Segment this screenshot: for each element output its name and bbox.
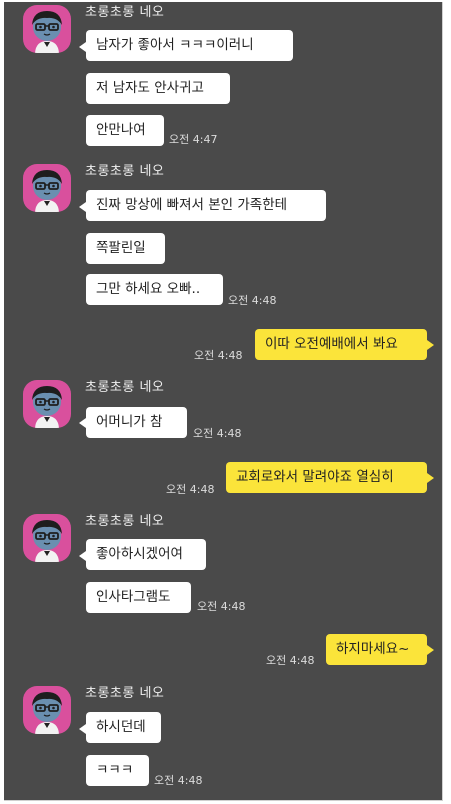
bubble-tail	[79, 202, 86, 212]
neo-avatar-icon[interactable]	[23, 5, 71, 53]
message-bubble[interactable]: 저 남자도 안사귀고	[86, 73, 230, 104]
bubble-tail	[427, 645, 434, 655]
message-bubble[interactable]: 그만 하세요 오빠..	[86, 274, 223, 305]
timestamp: 오전 4:48	[228, 294, 277, 307]
sender-name: 초롱초롱 네오	[85, 514, 165, 529]
timestamp: 오전 4:48	[154, 774, 203, 787]
border-line	[442, 2, 443, 800]
timestamp: 오전 4:48	[193, 427, 242, 440]
bubble-tail	[427, 473, 434, 483]
message-bubble[interactable]: 안만나여	[86, 115, 164, 146]
message-bubble[interactable]: 진짜 망상에 빠져서 본인 가족한테	[86, 190, 326, 221]
chat-area[interactable]: 초롱초롱 네오 남자가 좋아서 ㅋㅋㅋ이러니 저 남자도 안사귀고 안만나여 오…	[4, 2, 442, 800]
timestamp: 오전 4:48	[197, 600, 246, 613]
timestamp: 오전 4:47	[169, 133, 218, 146]
bubble-tail	[427, 340, 434, 350]
message-bubble[interactable]: 하시던데	[86, 712, 161, 743]
bubble-tail	[79, 418, 86, 428]
my-message-bubble[interactable]: 교회로와서 말려야죠 열심히	[226, 462, 427, 493]
sender-name: 초롱초롱 네오	[85, 5, 165, 20]
neo-avatar-icon[interactable]	[23, 514, 71, 562]
neo-avatar-icon[interactable]	[23, 686, 71, 734]
my-message-bubble[interactable]: 이따 오전예배에서 봐요	[255, 329, 427, 360]
border-line	[4, 800, 443, 801]
neo-avatar-icon[interactable]	[23, 164, 71, 212]
message-bubble[interactable]: 남자가 좋아서 ㅋㅋㅋ이러니	[86, 30, 293, 61]
message-bubble[interactable]: ㅋㅋㅋ	[86, 755, 149, 786]
message-bubble[interactable]: 좋아하시겠어여	[86, 539, 206, 570]
bubble-tail	[79, 551, 86, 561]
my-message-bubble[interactable]: 하지마세요~	[326, 634, 427, 665]
message-bubble[interactable]: 어머니가 참	[86, 407, 187, 438]
sender-name: 초롱초롱 네오	[85, 686, 165, 701]
bubble-tail	[79, 724, 86, 734]
sender-name: 초롱초롱 네오	[85, 164, 165, 179]
neo-avatar-icon[interactable]	[23, 380, 71, 428]
message-bubble[interactable]: 인사타그램도	[86, 582, 191, 613]
timestamp: 오전 4:48	[166, 483, 215, 496]
message-bubble[interactable]: 쪽팔린일	[86, 233, 165, 264]
timestamp: 오전 4:48	[194, 349, 243, 362]
bubble-tail	[79, 42, 86, 52]
timestamp: 오전 4:48	[266, 654, 315, 667]
sender-name: 초롱초롱 네오	[85, 380, 165, 395]
